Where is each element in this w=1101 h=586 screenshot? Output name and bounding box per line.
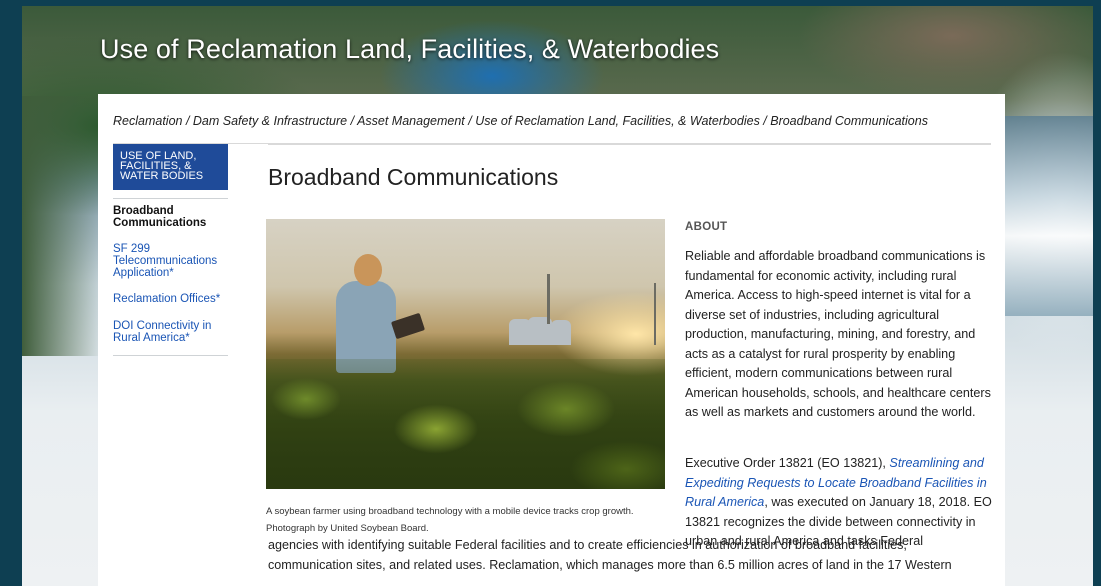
content-panel: Reclamation / Dam Safety & Infrastructur… — [98, 94, 1005, 586]
farmer-head — [354, 254, 382, 286]
photo-caption: A soybean farmer using broadband technol… — [266, 503, 671, 537]
sidebar-item-reclamation-offices[interactable]: Reclamation Offices* — [113, 293, 223, 305]
sidebar-item-sf299[interactable]: SF 299 Telecommunications Application* — [113, 243, 223, 279]
tablet-device — [390, 312, 426, 340]
about-paragraph: Reliable and affordable broadband commun… — [685, 249, 991, 419]
sidenav-divider-bottom — [113, 355, 228, 356]
utility-pole-shape — [654, 283, 656, 345]
eo-prefix: Executive Order 13821 (EO 13821), — [685, 456, 890, 470]
sidenav-divider — [113, 198, 228, 199]
title-divider — [268, 144, 991, 145]
soybean-farmer-photo — [266, 219, 665, 489]
sidenav-header[interactable]: USE OF LAND, FACILITIES, & WATER BODIES — [113, 144, 228, 190]
breadcrumb[interactable]: Reclamation / Dam Safety & Infrastructur… — [113, 114, 928, 128]
page-title: Broadband Communications — [268, 164, 559, 190]
caption-credit: Photograph by United Soybean Board. — [266, 523, 429, 534]
hero-foliage — [22, 96, 102, 356]
caption-line: A soybean farmer using broadband technol… — [266, 506, 634, 517]
soybean-leaves — [266, 359, 665, 489]
grain-elevator-shape — [547, 274, 550, 324]
site-title[interactable]: Use of Reclamation Land, Facilities, & W… — [100, 34, 719, 65]
page-frame: Use of Reclamation Land, Facilities, & W… — [0, 0, 1101, 586]
about-heading: ABOUT — [685, 221, 728, 233]
silo-shape — [551, 320, 571, 345]
sidebar-item-doi-connectivity[interactable]: DOI Connectivity in Rural America* — [113, 320, 223, 344]
sidebar-item-broadband[interactable]: Broadband Communications — [113, 205, 223, 229]
continued-paragraph: agencies with identifying suitable Feder… — [268, 538, 952, 572]
